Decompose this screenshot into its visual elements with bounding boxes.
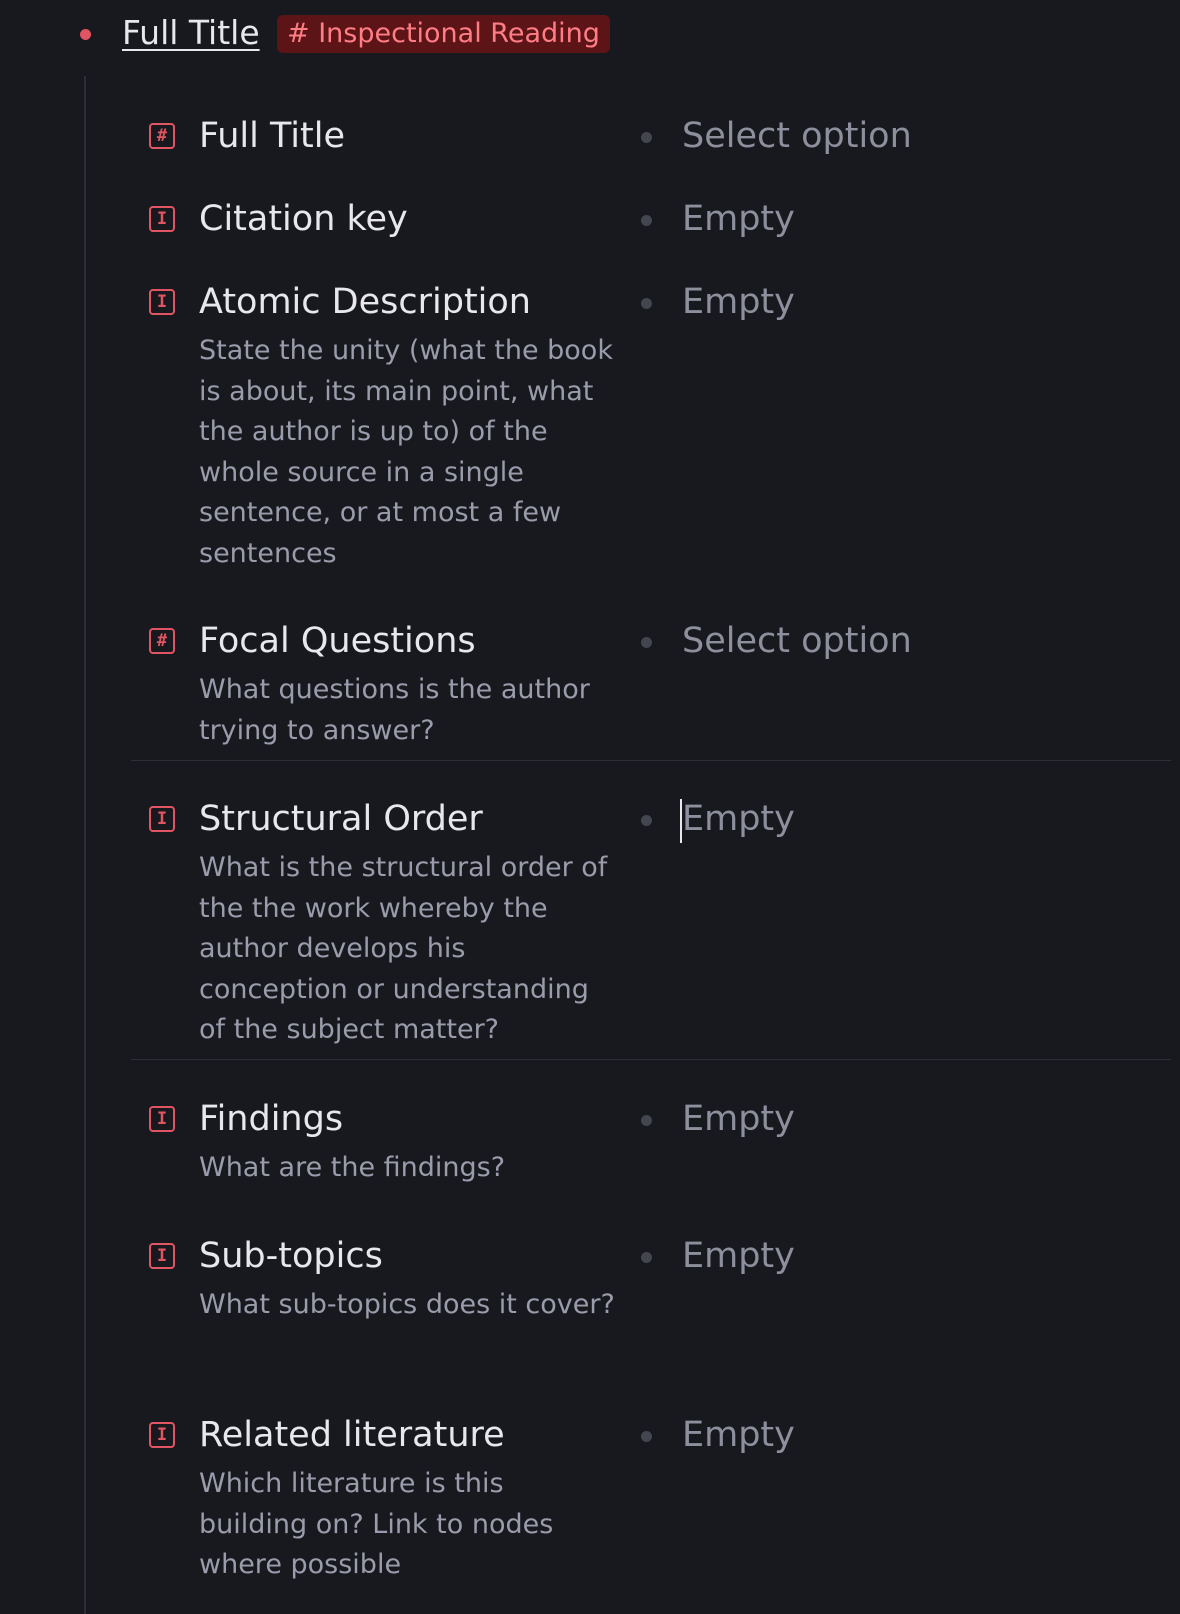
field-value[interactable]: Empty: [682, 1236, 795, 1276]
field-name[interactable]: Findings: [199, 1099, 343, 1139]
field-name[interactable]: Structural Order: [199, 799, 483, 839]
field-name[interactable]: Full Title: [199, 116, 345, 156]
value-bullet: [641, 815, 652, 826]
field-value[interactable]: Empty: [682, 1099, 795, 1139]
field-value-active[interactable]: Empty: [680, 799, 795, 843]
text-field-icon: I: [149, 206, 175, 232]
node-bullet[interactable]: [80, 29, 91, 40]
field-value[interactable]: Select option: [682, 621, 912, 661]
field-name[interactable]: Focal Questions: [199, 621, 476, 661]
children-indent-line: [84, 76, 86, 1614]
field-description: Which literature is this building on? Li…: [199, 1468, 554, 1580]
text-field-icon: I: [149, 1422, 175, 1448]
field-related-literature: I Related literature Which literature is…: [131, 1396, 1171, 1596]
field-description: State the unity (what the book is about,…: [199, 335, 613, 569]
value-bullet: [641, 1115, 652, 1126]
field-description: What is the structural order of the the …: [199, 852, 608, 1045]
field-full-title: # Full Title Select option: [131, 97, 1171, 167]
text-field-icon: I: [149, 1243, 175, 1269]
options-field-icon: #: [149, 628, 175, 654]
options-field-icon: #: [149, 123, 175, 149]
field-citation-key: I Citation key Empty: [131, 180, 1171, 250]
field-description: What questions is the author trying to a…: [199, 674, 590, 746]
field-value-placeholder: Empty: [682, 799, 795, 839]
field-value[interactable]: Empty: [682, 1415, 795, 1455]
field-separator: [131, 1059, 1171, 1060]
field-structural-order: I Structural Order What is the structura…: [131, 780, 1171, 1050]
field-sub-topics: I Sub-topics What sub-topics does it cov…: [131, 1217, 1171, 1377]
field-name[interactable]: Related literature: [199, 1415, 505, 1455]
field-value[interactable]: Empty: [682, 199, 795, 239]
node-header: Full Title # Inspectional Reading: [0, 0, 1180, 70]
text-field-icon: I: [149, 289, 175, 315]
value-bullet: [641, 298, 652, 309]
supertag-chip[interactable]: # Inspectional Reading: [277, 15, 610, 53]
text-field-icon: I: [149, 1106, 175, 1132]
field-separator: [131, 760, 1171, 761]
value-bullet: [641, 215, 652, 226]
field-description: What sub-topics does it cover?: [199, 1289, 615, 1320]
field-name[interactable]: Sub-topics: [199, 1236, 383, 1276]
field-description: What are the findings?: [199, 1152, 506, 1183]
node-title[interactable]: Full Title: [122, 13, 260, 53]
text-field-icon: I: [149, 806, 175, 832]
field-name[interactable]: Atomic Description: [199, 282, 531, 322]
field-value[interactable]: Empty: [682, 282, 795, 322]
field-name[interactable]: Citation key: [199, 199, 408, 239]
field-focal-questions: # Focal Questions What questions is the …: [131, 602, 1171, 752]
text-caret: [680, 799, 682, 843]
value-bullet: [641, 637, 652, 648]
field-findings: I Findings What are the findings? Empty: [131, 1080, 1171, 1200]
field-value[interactable]: Select option: [682, 116, 912, 156]
field-atomic-description: I Atomic Description State the unity (wh…: [131, 263, 1171, 569]
value-bullet: [641, 132, 652, 143]
value-bullet: [641, 1431, 652, 1442]
value-bullet: [641, 1252, 652, 1263]
